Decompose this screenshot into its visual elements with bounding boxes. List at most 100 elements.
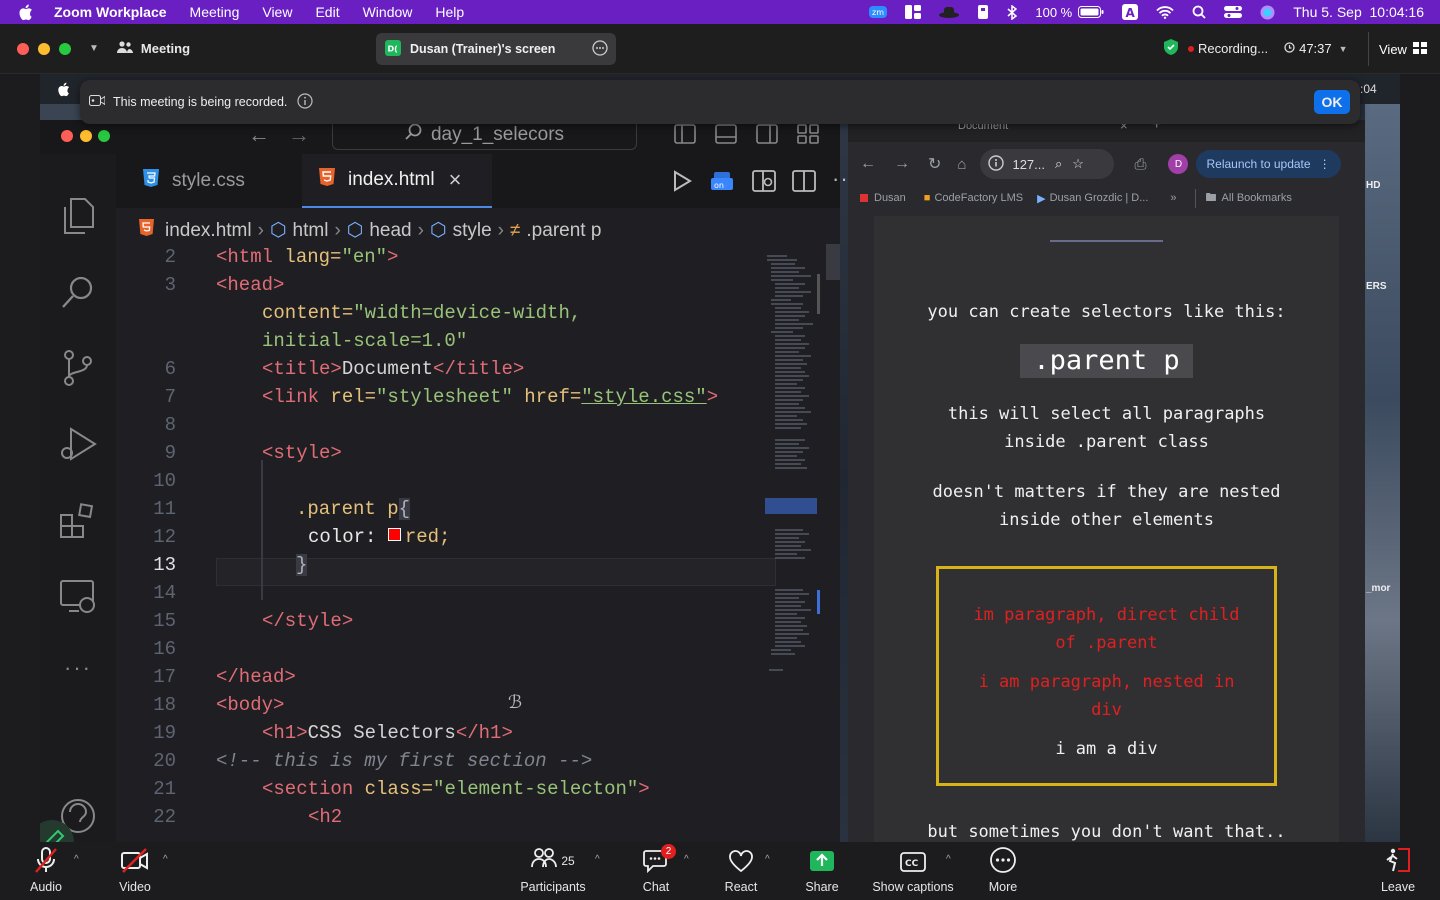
react-options-caret[interactable]: ^: [765, 854, 770, 865]
apple-icon[interactable]: [18, 4, 40, 21]
back-arrow-icon[interactable]: ←: [248, 122, 270, 148]
view-button[interactable]: View: [1368, 32, 1427, 66]
wifi-icon[interactable]: [1156, 5, 1174, 19]
more-views-icon[interactable]: ···: [58, 648, 98, 688]
relaunch-button[interactable]: Relaunch to update ⋮: [1196, 150, 1341, 178]
audio-button[interactable]: Audio: [26, 842, 66, 900]
split-editor-icon[interactable]: [792, 170, 816, 197]
toggle-secondary-sidebar-icon[interactable]: [756, 124, 778, 149]
video-button[interactable]: Video: [115, 842, 155, 900]
audio-options-caret[interactable]: ^: [74, 854, 79, 865]
tab-index-html[interactable]: index.html ×: [302, 154, 492, 208]
hat-icon[interactable]: [939, 6, 960, 18]
close-window-button[interactable]: [17, 42, 29, 55]
chat-options-caret[interactable]: ^: [684, 854, 689, 865]
code-token[interactable]: "style.css": [581, 386, 706, 408]
site-info-icon[interactable]: [988, 154, 1005, 174]
meeting-info-button[interactable]: Meeting: [116, 40, 190, 57]
extensions-icon[interactable]: [58, 500, 98, 540]
menu-edit[interactable]: Edit: [315, 4, 339, 20]
banner-ok-button[interactable]: OK: [1314, 90, 1350, 114]
code-editor[interactable]: 2 3 6 7 8 9 10 11 12 13 14 15 16 17 18 1…: [116, 246, 776, 842]
bookmark-star-icon[interactable]: ☆: [1072, 156, 1084, 172]
breadcrumb-item[interactable]: index.html: [165, 220, 252, 242]
toggle-sidebar-icon[interactable]: [674, 124, 696, 149]
menu-window[interactable]: Window: [363, 4, 413, 20]
vscode-minimize-button[interactable]: [80, 130, 92, 142]
zoom-icon[interactable]: ⌕: [1055, 156, 1062, 172]
back-arrow-icon[interactable]: ←: [860, 155, 876, 173]
participants-options-caret[interactable]: ^: [595, 854, 600, 865]
breadcrumb-item[interactable]: html: [293, 220, 329, 242]
vscode-close-button[interactable]: [61, 130, 73, 142]
scrollbar-thumb[interactable]: [826, 244, 840, 280]
open-preview-icon[interactable]: [752, 170, 776, 197]
tool-icon[interactable]: [977, 4, 989, 20]
share-button[interactable]: Share: [802, 842, 842, 900]
bookmark-item[interactable]: All Bookmarks: [1222, 192, 1292, 204]
control-center-icon[interactable]: [1224, 5, 1243, 19]
more-options-icon[interactable]: [592, 39, 608, 59]
siri-icon[interactable]: [1260, 5, 1275, 20]
source-control-icon[interactable]: [58, 348, 98, 388]
red-paragraph: i am paragraph, nested in: [978, 672, 1235, 692]
menu-help[interactable]: Help: [435, 4, 464, 20]
menu-zoom-workplace[interactable]: Zoom Workplace: [54, 4, 167, 20]
zoom-status-icon[interactable]: zm: [869, 5, 888, 19]
breadcrumb-item[interactable]: .parent p: [526, 220, 601, 242]
chevron-down-icon[interactable]: ▼: [1339, 44, 1348, 54]
menubar-datetime[interactable]: Thu 5. Sep 10:04:16: [1293, 4, 1424, 20]
toggle-panel-icon[interactable]: [715, 124, 737, 149]
command-search-box[interactable]: day_1_selecors: [332, 120, 637, 150]
breadcrumb-item[interactable]: style: [453, 220, 492, 242]
forward-arrow-icon[interactable]: →: [288, 122, 310, 148]
bluetooth-icon[interactable]: [1007, 4, 1018, 20]
reload-icon[interactable]: ↻: [928, 154, 941, 174]
profile-avatar[interactable]: D: [1168, 154, 1189, 174]
shared-screen-pill[interactable]: D( Dusan (Trainer)'s screen: [376, 33, 616, 65]
forward-arrow-icon[interactable]: →: [894, 155, 910, 173]
address-bar[interactable]: 127... ⌕ ☆: [980, 149, 1115, 179]
layout-icon[interactable]: [905, 5, 922, 19]
menu-view[interactable]: View: [262, 4, 292, 20]
leave-button[interactable]: Leave: [1378, 842, 1418, 900]
input-source-icon[interactable]: A: [1122, 4, 1139, 20]
show-captions-button[interactable]: CC Show captions: [868, 842, 958, 900]
code-token: Document: [341, 358, 434, 380]
close-tab-icon[interactable]: ×: [449, 167, 462, 193]
tab-style-css[interactable]: style.css: [130, 154, 298, 208]
breadcrumb-item[interactable]: head: [369, 220, 411, 242]
vscode-maximize-button[interactable]: [98, 130, 110, 142]
home-icon[interactable]: ⌂: [957, 156, 966, 173]
spotlight-icon[interactable]: [1192, 5, 1206, 19]
live-server-icon[interactable]: on: [710, 170, 734, 197]
remote-explorer-icon[interactable]: [58, 576, 98, 616]
captions-options-caret[interactable]: ^: [946, 854, 951, 865]
more-button[interactable]: More: [983, 842, 1023, 900]
color-swatch[interactable]: [387, 528, 401, 541]
svg-text:CC: CC: [905, 859, 919, 869]
explorer-icon[interactable]: [58, 196, 98, 236]
minimap[interactable]: [765, 250, 820, 700]
bookmark-item[interactable]: Dusan Grozdic | D...: [1050, 192, 1149, 204]
minimize-window-button[interactable]: [38, 42, 50, 55]
video-options-caret[interactable]: ^: [163, 854, 168, 865]
react-button[interactable]: React: [721, 842, 761, 900]
bookmark-item[interactable]: CodeFactory LMS: [934, 192, 1023, 204]
maximize-window-button[interactable]: [59, 42, 71, 55]
chevron-double-right-icon[interactable]: »: [1170, 192, 1176, 204]
extensions-icon[interactable]: ⎙: [1134, 156, 1146, 173]
customize-layout-icon[interactable]: [797, 124, 819, 149]
menu-meeting[interactable]: Meeting: [190, 4, 240, 20]
recording-status[interactable]: Recording... 47:37 ▼: [1164, 39, 1348, 58]
battery-icon[interactable]: [1078, 6, 1104, 18]
chevron-down-icon[interactable]: ▼: [89, 43, 99, 54]
participants-button[interactable]: 25 Participants: [518, 842, 588, 900]
line-number: 2: [164, 246, 176, 268]
run-icon[interactable]: [672, 170, 692, 197]
search-icon[interactable]: [58, 272, 98, 312]
info-icon[interactable]: [297, 92, 314, 112]
run-debug-icon[interactable]: [58, 424, 98, 464]
line-number: 3: [164, 274, 176, 296]
bookmark-item[interactable]: Dusan: [874, 192, 906, 204]
